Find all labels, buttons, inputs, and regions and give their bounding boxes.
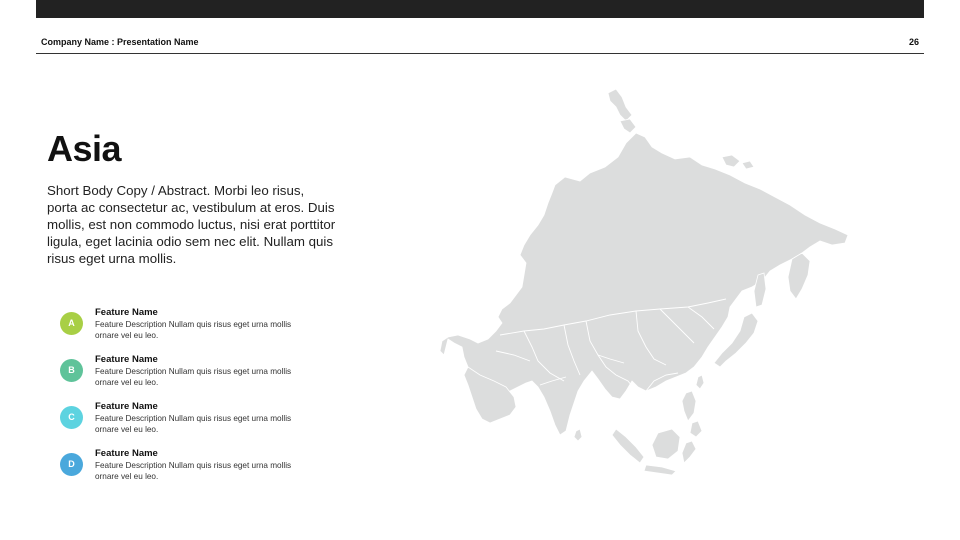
- top-bar: [36, 0, 924, 18]
- feature-description: Feature Description Nullam quis risus eg…: [95, 320, 292, 340]
- feature-badge-d: D: [60, 453, 83, 476]
- slide-title: Asia: [47, 128, 122, 169]
- feature-badge-b: B: [60, 359, 83, 382]
- feature-description: Feature Description Nullam quis risus eg…: [95, 367, 292, 387]
- presentation-label: Company Name : Presentation Name: [41, 37, 199, 47]
- feature-name: Feature Name: [95, 401, 158, 412]
- feature-badge-c: C: [60, 406, 83, 429]
- feature-item-c: C Feature Name Feature Description Nulla…: [60, 401, 340, 448]
- feature-name: Feature Name: [95, 448, 158, 459]
- feature-badge-a: A: [60, 312, 83, 335]
- page-number: 26: [908, 37, 919, 47]
- header-divider: [36, 53, 924, 54]
- feature-name: Feature Name: [95, 307, 158, 318]
- asia-landmass: [440, 88, 849, 476]
- feature-description: Feature Description Nullam quis risus eg…: [95, 414, 292, 434]
- feature-name: Feature Name: [95, 354, 158, 365]
- feature-item-a: A Feature Name Feature Description Nulla…: [60, 307, 340, 354]
- feature-item-b: B Feature Name Feature Description Nulla…: [60, 354, 340, 401]
- feature-list: A Feature Name Feature Description Nulla…: [60, 307, 340, 495]
- feature-item-d: D Feature Name Feature Description Nulla…: [60, 448, 340, 495]
- body-copy: Short Body Copy / Abstract. Morbi leo ri…: [47, 183, 336, 266]
- feature-description: Feature Description Nullam quis risus eg…: [95, 461, 292, 481]
- asia-map: [440, 88, 849, 476]
